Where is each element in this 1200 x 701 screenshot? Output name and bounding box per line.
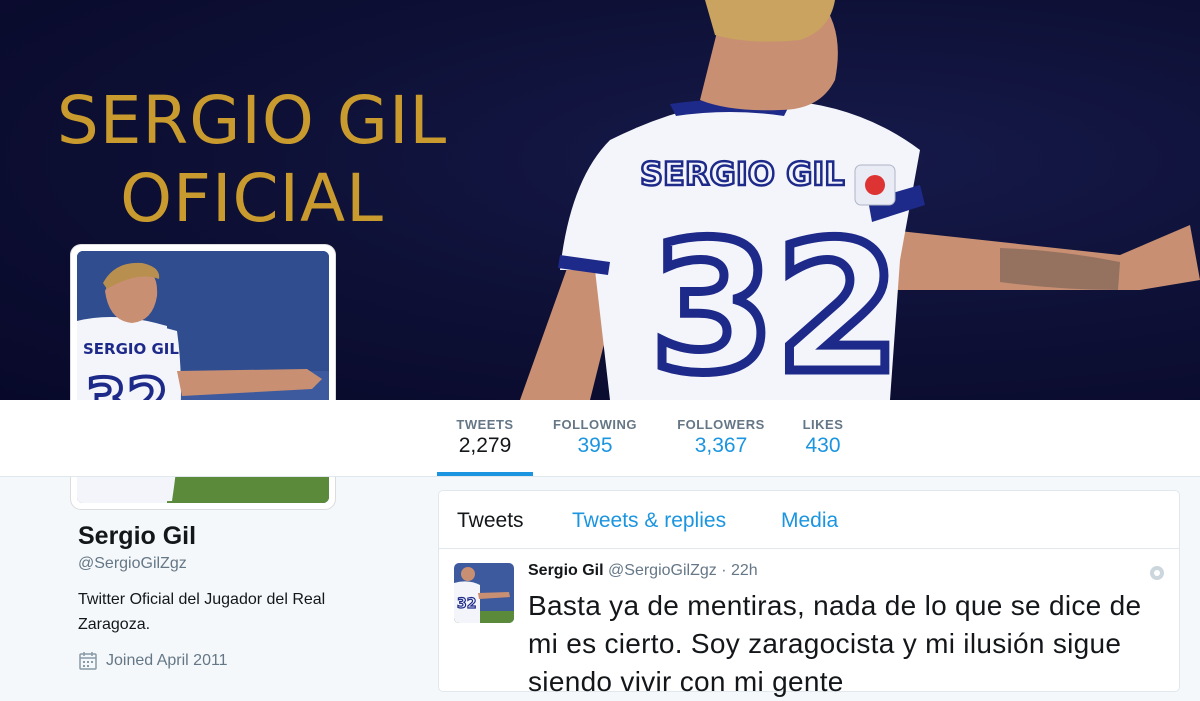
stat-likes-label: LIKES — [802, 417, 844, 432]
svg-text:32: 32 — [650, 204, 901, 400]
stat-tweets-label: TWEETS — [456, 417, 514, 432]
tab-tweets-replies[interactable]: Tweets & replies — [572, 509, 726, 533]
timeline: Tweets Tweets & replies Media 32 Sergio … — [438, 490, 1180, 697]
profile-joined-text: Joined April 2011 — [106, 652, 228, 669]
stat-followers-label: FOLLOWERS — [677, 417, 765, 432]
tab-media[interactable]: Media — [781, 509, 838, 533]
tweet-author-handle[interactable]: @SergioGilZgz — [608, 562, 717, 579]
stat-following[interactable]: FOLLOWING 395 — [545, 400, 645, 476]
stat-followers-value: 3,367 — [694, 434, 748, 457]
calendar-icon — [79, 652, 97, 670]
tweet-author-name[interactable]: Sergio Gil — [528, 562, 604, 579]
tweet-timestamp[interactable]: 22h — [731, 562, 758, 579]
tweet-separator: · — [721, 562, 727, 579]
profile-joined: Joined April 2011 — [78, 651, 228, 671]
svg-text:SERGIO GIL: SERGIO GIL — [640, 155, 845, 193]
profile-handle[interactable]: @SergioGilZgz — [78, 555, 187, 573]
tab-tweets[interactable]: Tweets — [457, 509, 524, 533]
profile-name: Sergio Gil — [78, 522, 197, 550]
svg-text:32: 32 — [457, 596, 476, 612]
banner-player-image: SERGIO GIL 32 — [520, 0, 1200, 400]
timeline-tabs: Tweets Tweets & replies Media — [439, 491, 1179, 549]
stat-tweets[interactable]: TWEETS 2,279 — [437, 400, 533, 476]
tweet-item[interactable]: 32 Sergio Gil @SergioGilZgz · 22h Basta … — [439, 549, 1179, 699]
svg-text:SERGIO GIL: SERGIO GIL — [83, 340, 179, 358]
tweet-avatar[interactable]: 32 — [454, 563, 514, 623]
stat-following-value: 395 — [577, 434, 613, 457]
tweet-text: Basta ya de mentiras, nada de lo que se … — [528, 590, 1142, 697]
stat-tweets-value: 2,279 — [458, 434, 512, 457]
stat-followers[interactable]: FOLLOWERS 3,367 — [670, 400, 772, 476]
stat-likes[interactable]: LIKES 430 — [796, 400, 850, 476]
banner-title: SERGIO GIL OFICIAL — [56, 82, 448, 237]
stat-likes-value: 430 — [805, 434, 841, 457]
stat-following-label: FOLLOWING — [553, 417, 637, 432]
tweet-header: Sergio Gil @SergioGilZgz · 22h — [528, 562, 758, 580]
tweet-avatar-image: 32 — [454, 563, 514, 623]
more-options-icon[interactable] — [1149, 565, 1165, 581]
profile-nav: TWEETS 2,279 FOLLOWING 395 FOLLOWERS 3,3… — [0, 400, 1200, 477]
profile-bio: Twitter Oficial del Jugador del Real Zar… — [78, 591, 326, 633]
